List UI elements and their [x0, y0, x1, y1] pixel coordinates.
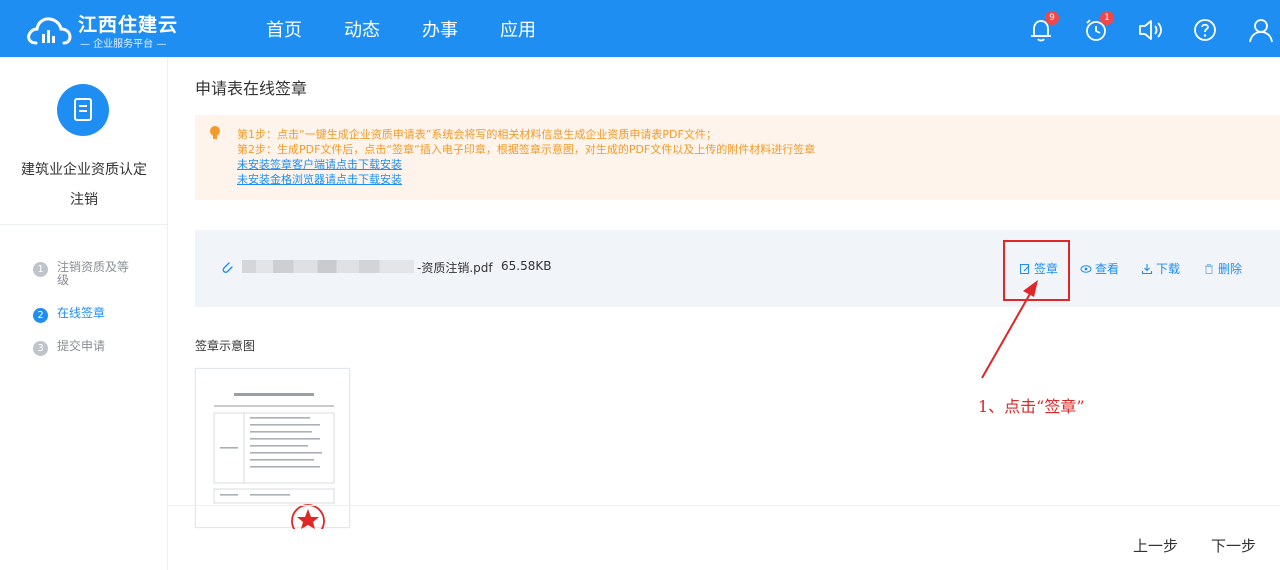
step-label: 注销资质及等级: [57, 260, 130, 287]
nav-news[interactable]: 动态: [323, 0, 401, 57]
step-online-seal[interactable]: 2 在线签章: [33, 307, 137, 323]
main-content: 申请表在线签章 第1步：点击“一键生成企业资质申请表”系统会将写的相关材料信息生…: [168, 57, 1280, 570]
step-submit-application[interactable]: 3 提交申请: [33, 340, 137, 356]
step-number: 3: [33, 341, 48, 356]
eye-icon: [1080, 264, 1092, 273]
alarm-button[interactable]: 1: [1081, 11, 1114, 45]
previous-step-button[interactable]: 上一步: [1133, 535, 1178, 556]
notice-step2: 第2步：生成PDF文件后，点击“签章”插入电子印章，根据签章示意图，对生成的PD…: [237, 143, 816, 156]
nav-home[interactable]: 首页: [245, 0, 323, 57]
alarm-badge: 1: [1100, 11, 1114, 25]
instruction-notice: 第1步：点击“一键生成企业资质申请表”系统会将写的相关材料信息生成企业资质申请表…: [195, 115, 1280, 200]
step-label: 提交申请: [57, 339, 106, 353]
file-card: -资质注销.pdf 65.58KB 签章 查看 下载 删除: [195, 230, 1280, 307]
logo-subtitle: — 企业服务平台 —: [80, 39, 167, 50]
help-button[interactable]: [1190, 15, 1220, 45]
sound-button[interactable]: [1135, 15, 1165, 45]
logo-title: 江西住建云: [78, 14, 179, 36]
main-nav: 首页 动态 办事 应用: [245, 0, 557, 57]
notification-button[interactable]: 9: [1026, 11, 1059, 45]
document-badge: [57, 84, 109, 136]
download-icon: [1141, 263, 1153, 274]
sidebar-divider: [0, 224, 168, 225]
notice-step1: 第1步：点击“一键生成企业资质申请表”系统会将写的相关材料信息生成企业资质申请表…: [237, 128, 717, 141]
download-browser-link[interactable]: 未安装金格浏览器请点击下载安装: [237, 172, 815, 187]
seal-sample-image[interactable]: [195, 368, 350, 538]
seal-highlight-box: [1003, 240, 1070, 301]
logo[interactable]: 江西住建云 — 企业服务平台 —: [26, 8, 186, 50]
nav-apps[interactable]: 应用: [479, 0, 557, 57]
nav-services[interactable]: 办事: [401, 0, 479, 57]
help-icon: [1194, 19, 1216, 41]
notification-badge: 9: [1045, 11, 1059, 25]
footer-divider: [168, 505, 1280, 506]
paperclip-icon: [222, 262, 233, 273]
sample-label: 签章示意图: [195, 339, 256, 353]
cloud-logo-icon: [27, 17, 72, 45]
file-size: 65.58KB: [501, 259, 552, 273]
page-title: 申请表在线签章: [195, 79, 308, 98]
step-label: 在线签章: [57, 306, 106, 320]
top-header: 江西住建云 — 企业服务平台 — 首页 动态 办事 应用 9 1: [0, 0, 1280, 57]
user-button[interactable]: [1246, 15, 1276, 45]
step-number: 1: [33, 262, 48, 277]
trash-icon: [1205, 263, 1213, 274]
file-name: -资质注销.pdf: [417, 261, 493, 275]
annotation-text: 1、点击“签章”: [978, 397, 1085, 416]
lightbulb-icon: [210, 126, 220, 139]
download-seal-client-link[interactable]: 未安装签章客户端请点击下载安装: [237, 157, 815, 172]
view-button[interactable]: 查看: [1080, 260, 1119, 277]
delete-button[interactable]: 删除: [1203, 260, 1242, 277]
redacted-filename: [242, 260, 414, 273]
step-cancel-qualification[interactable]: 1 注销资质及等级: [33, 261, 137, 287]
user-icon: [1249, 19, 1273, 43]
document-icon: [74, 98, 92, 121]
download-button[interactable]: 下载: [1141, 260, 1180, 277]
step-number: 2: [33, 308, 48, 323]
speaker-icon: [1139, 20, 1162, 40]
left-sidebar: 建筑业企业资质认定 注销 1 注销资质及等级 2 在线签章 3 提交申请: [0, 57, 168, 570]
next-step-button[interactable]: 下一步: [1211, 535, 1256, 556]
sidebar-title: 建筑业企业资质认定 注销: [21, 162, 147, 208]
